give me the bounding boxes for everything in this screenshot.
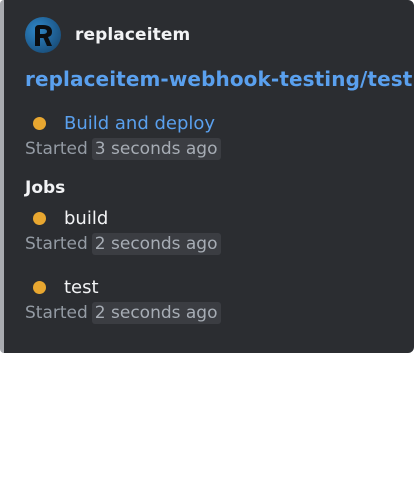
in-progress-status-icon bbox=[33, 212, 46, 225]
run-status-row: Build and deploy bbox=[25, 113, 215, 134]
timestamp-chip[interactable]: 2 seconds ago bbox=[91, 302, 221, 324]
run-started-text: Started 3 seconds ago bbox=[25, 138, 221, 160]
timestamp-chip[interactable]: 2 seconds ago bbox=[91, 233, 221, 255]
started-label: Started bbox=[25, 139, 88, 159]
embed-author: replaceitem bbox=[25, 17, 190, 53]
avatar-r-icon[interactable] bbox=[25, 17, 61, 53]
workflow-run-link[interactable]: Build and deploy bbox=[64, 113, 215, 134]
in-progress-status-icon bbox=[33, 117, 46, 130]
job-name: build bbox=[64, 208, 109, 229]
job-row: test bbox=[25, 277, 99, 298]
embed-title-link[interactable]: replaceitem-webhook-testing/test bbox=[25, 67, 412, 91]
jobs-heading: Jobs bbox=[25, 178, 66, 198]
job-name: test bbox=[64, 277, 99, 298]
in-progress-status-icon bbox=[33, 281, 46, 294]
job-started-text: Started 2 seconds ago bbox=[25, 302, 221, 324]
timestamp-chip[interactable]: 3 seconds ago bbox=[91, 138, 221, 160]
author-name[interactable]: replaceitem bbox=[75, 25, 190, 45]
started-label: Started bbox=[25, 303, 88, 323]
webhook-embed: replaceitem replaceitem-webhook-testing/… bbox=[0, 0, 414, 353]
job-row: build bbox=[25, 208, 108, 229]
started-label: Started bbox=[25, 234, 88, 254]
job-started-text: Started 2 seconds ago bbox=[25, 233, 221, 255]
